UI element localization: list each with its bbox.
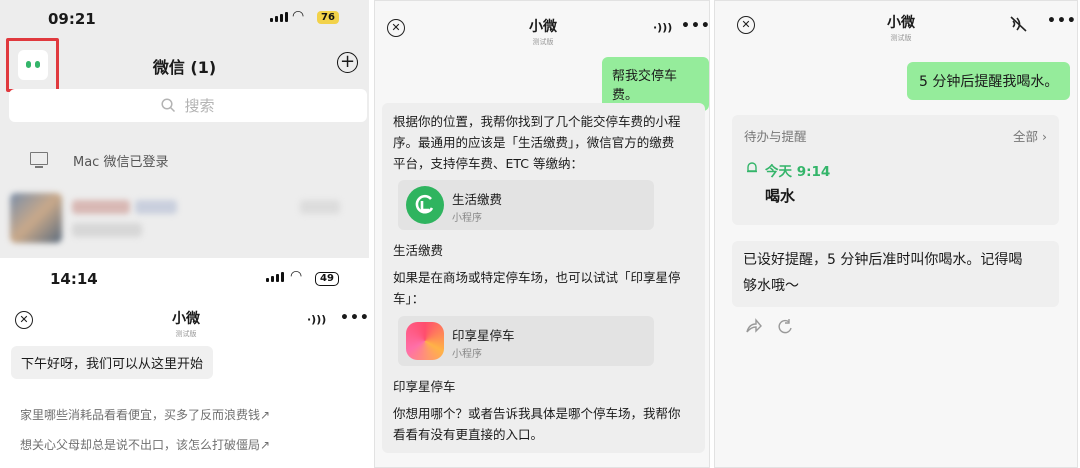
monitor-icon [30, 152, 48, 168]
life-payment-icon [406, 186, 444, 224]
bot-subtitle: 测试版 [890, 34, 912, 42]
close-icon[interactable]: ✕ [15, 311, 33, 329]
card-name: 生活缴费 [452, 192, 503, 207]
more-icon[interactable]: ••• [340, 310, 369, 326]
reminder-card[interactable]: 待办与提醒 全部 › 今天 9:14 喝水 [732, 115, 1059, 225]
signal-icon [270, 12, 288, 22]
reply-text: 你想用哪个？或者告诉我具体是哪个停车场，我帮你 看看有没有更直接的入口。 [393, 406, 681, 442]
share-icon[interactable] [745, 318, 763, 334]
bell-icon [747, 162, 757, 173]
reminder-item: 喝水 [765, 187, 796, 205]
reminder-time: 今天 9:14 [765, 164, 831, 180]
card-type: 小程序 [452, 213, 482, 224]
reminder-chat-panel: ✕ 小微 测试版 ••• 5 分钟后提醒我喝水。 待办与提醒 全部 › 今天 9… [714, 0, 1078, 468]
card-caption: 印享星停车 [393, 379, 456, 394]
reply-text: 已设好提醒，5 分钟后准时叫你喝水。记得喝 够水哦～ [743, 252, 1023, 294]
card-name: 印享星停车 [452, 328, 515, 343]
search-placeholder: 搜索 [184, 97, 215, 115]
signal-icon [266, 272, 284, 282]
mini-program-card[interactable]: 印享星停车 小程序 [398, 316, 654, 366]
parking-app-icon [406, 322, 444, 360]
parking-chat-panel: ✕ 小微 测试版 ·))) ••• 帮我交停车费。 根据你的位置，我帮你找到了几… [374, 0, 710, 468]
mac-login-label: Mac 微信已登录 [73, 155, 169, 170]
battery-icon: 76 [317, 11, 339, 24]
battery-icon: 49 [315, 272, 339, 286]
reply-text: 根据你的位置，我帮你找到了几个能交停车费的小程 序。最通用的应该是「生活缴费」，… [393, 114, 681, 171]
bot-title: 小微 测试版 [505, 16, 581, 47]
card-type: 小程序 [452, 349, 482, 360]
bot-subtitle: 测试版 [175, 330, 197, 338]
bot-title: 小微 测试版 [146, 308, 226, 339]
avatar [10, 193, 62, 243]
card-heading: 待办与提醒 [744, 129, 807, 144]
bot-subtitle: 测试版 [532, 38, 554, 46]
close-icon[interactable]: ✕ [737, 16, 755, 34]
mini-program-card[interactable]: 生活缴费 小程序 [398, 180, 654, 230]
refresh-icon[interactable] [777, 318, 793, 334]
card-caption: 生活缴费 [393, 243, 444, 258]
wifi-icon: ◠ [290, 268, 303, 284]
more-icon[interactable]: ••• [1047, 13, 1077, 29]
speaker-icon[interactable]: ·))) [653, 21, 672, 34]
chat-list-item[interactable] [0, 183, 369, 255]
assistant-reply: 已设好提醒，5 分钟后准时叫你喝水。记得喝 够水哦～ [732, 241, 1059, 307]
status-time: 14:14 [50, 270, 98, 288]
speaker-muted-icon[interactable] [1009, 15, 1029, 33]
suggestion-link[interactable]: 家里哪些消耗品看看便宜，买多了反而浪费钱↗ [20, 406, 270, 423]
assistant-reply: 根据你的位置，我帮你找到了几个能交停车费的小程 序。最通用的应该是「生活缴费」，… [382, 103, 705, 453]
speaker-icon[interactable]: ·))) [307, 313, 326, 326]
mac-login-row[interactable]: Mac 微信已登录 [0, 140, 369, 180]
status-time: 09:21 [48, 10, 96, 28]
search-input[interactable]: 搜索 [9, 89, 367, 122]
plus-icon[interactable]: + [337, 52, 358, 73]
all-link[interactable]: 全部 › [1013, 126, 1047, 145]
suggestion-link[interactable]: 想关心父母却总是说不出口，该怎么打破僵局↗ [20, 436, 270, 453]
chat-list-screen: 09:21 ◠ 76 微信 (1) + 搜索 Mac 微信已登录 [0, 0, 369, 258]
close-icon[interactable]: ✕ [387, 19, 405, 37]
search-icon [161, 98, 176, 113]
more-icon[interactable]: ••• [681, 18, 709, 34]
user-message: 5 分钟后提醒我喝水。 [907, 62, 1071, 100]
wifi-icon: ◠ [292, 8, 305, 24]
bot-title: 小微 测试版 [861, 12, 941, 43]
assistant-home-screen: 14:14 ◠ 49 ✕ 小微 测试版 ·))) ••• 下午好呀，我们可以从这… [0, 258, 369, 468]
wechat-home-panel: 09:21 ◠ 76 微信 (1) + 搜索 Mac 微信已登录 14:14 ◠… [0, 0, 369, 468]
greeting-bubble: 下午好呀，我们可以从这里开始 [11, 346, 214, 379]
reply-text: 如果是在商场或特定停车场，也可以试试「印享星停 车」： [393, 270, 681, 306]
page-title: 微信 (1) [152, 58, 217, 77]
